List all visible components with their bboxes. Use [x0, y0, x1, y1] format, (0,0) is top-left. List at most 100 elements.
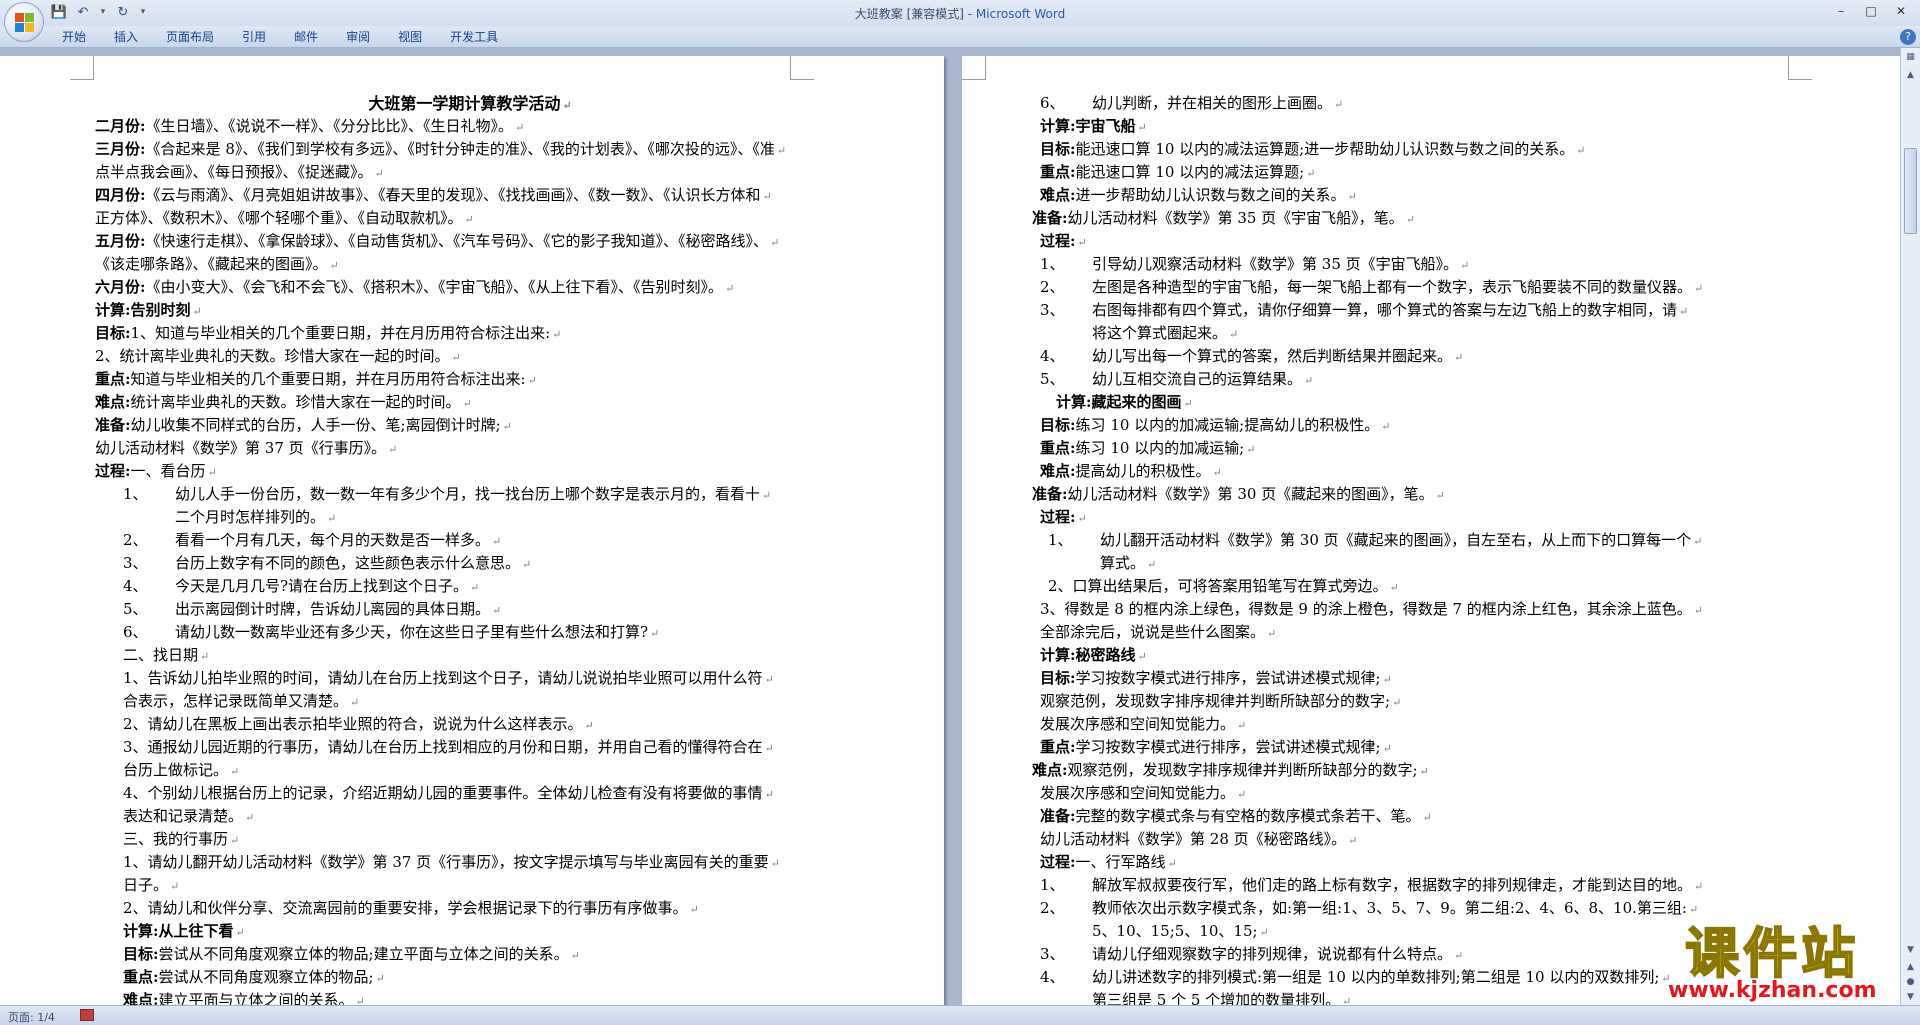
document-line: 幼儿活动材料《数学》第 37 页《行事历》。 ↵ — [95, 437, 845, 460]
ribbon-tab[interactable]: 插入 — [100, 29, 152, 46]
document-page-1[interactable]: 大班第一学期计算教学活动 ↵ 二月份:《生日墙》、《说说不一样》、《分分比比》、《生… — [0, 56, 944, 1005]
ribbon-tab[interactable]: 视图 — [384, 29, 436, 46]
bold-label: 三月份: — [95, 140, 146, 158]
line-text: 建立平面与立体之间的关系。 — [158, 991, 354, 1005]
maximize-icon[interactable]: □ — [1858, 2, 1884, 20]
page-2-text[interactable]: 6、 幼儿判断，并在相关的图形上画圈。 ↵ 计算:宇宙飞船 ↵ 目标:能迅速口算 10 以… — [1032, 92, 1832, 1005]
document-line: 难点:提高幼儿的积极性。 ↵ — [1032, 460, 1832, 483]
line-text: 算式。 — [1100, 554, 1146, 572]
scroll-thumb[interactable] — [1904, 148, 1917, 234]
paragraph-mark-icon: ↵ — [355, 995, 365, 1005]
vertical-scrollbar[interactable]: ▦ ▲ ▼ ▲ ● ▼ — [1900, 48, 1920, 1005]
bold-label: 准备: — [1032, 209, 1068, 227]
document-line: 过程: ↵ — [1032, 230, 1832, 253]
paragraph-mark-icon: ↵ — [1167, 857, 1177, 870]
document-page-2[interactable]: 6、 幼儿判断，并在相关的图形上画圈。 ↵ 计算:宇宙飞船 ↵ 目标:能迅速口算 10 以… — [962, 56, 1900, 1005]
paragraph-mark-icon: ↵ — [375, 972, 385, 985]
line-text: 请幼儿仔细观察数字的排列规律，说说都有什么特点。 — [1092, 945, 1453, 963]
bold-label: 重点: — [1040, 439, 1076, 457]
document-line: 1、 幼儿翻开活动材料《数学》第 30 页《藏起来的图画》，自左至右，从上而下的口… — [1032, 529, 1832, 552]
paragraph-mark-icon: ↵ — [762, 489, 772, 502]
close-icon[interactable]: ✕ — [1888, 2, 1914, 20]
ribbon-tab[interactable]: 引用 — [228, 29, 280, 46]
crop-mark — [70, 56, 94, 80]
bold-label: 计算:告别时刻 — [95, 301, 191, 319]
document-area: 大班第一学期计算教学活动 ↵ 二月份:《生日墙》、《说说不一样》、《分分比比》、《生… — [0, 48, 1900, 1005]
bold-label: 难点: — [95, 393, 131, 411]
ruler-toggle-icon[interactable]: ▦ — [1903, 50, 1918, 65]
line-text: 2、口算出结果后，可将答案用铅笔写在算式旁边。 — [1048, 577, 1388, 595]
bold-label: 目标: — [1040, 416, 1076, 434]
window-controls: – □ ✕ — [1828, 2, 1914, 20]
document-line: 三月份:《合起来是 8》、《我们到学校有多远》、《时针分钟走的准》、《我的计划表… — [95, 138, 845, 161]
line-text: 《合起来是 8》、《我们到学校有多远》、《时针分钟走的准》、《我的计划表》、《哪… — [145, 140, 775, 158]
scroll-up-icon[interactable]: ▲ — [1903, 68, 1918, 83]
ribbon-tab[interactable]: 邮件 — [280, 29, 332, 46]
document-line: 2、请幼儿在黑板上画出表示拍毕业照的符合，说说为什么这样表示。 ↵ — [95, 713, 845, 736]
bold-label: 重点: — [95, 370, 131, 388]
document-line: 1、 幼儿人手一份台历，数一数一年有多少个月，找一找台历上哪个数字是表示月的，看看… — [95, 483, 845, 506]
paragraph-mark-icon: ↵ — [1183, 397, 1193, 410]
office-button[interactable] — [4, 2, 44, 42]
ribbon-tab[interactable]: 开始 — [48, 29, 100, 46]
paragraph-mark-icon: ↵ — [170, 880, 180, 893]
bold-label: 目标: — [1040, 669, 1076, 687]
paragraph-mark-icon: ↵ — [570, 949, 580, 962]
ribbon-tab[interactable]: 开发工具 — [436, 29, 512, 46]
document-line: 4、 幼儿写出每一个算式的答案，然后判断结果并圈起来。 ↵ — [1032, 345, 1832, 368]
page-1-text[interactable]: 大班第一学期计算教学活动 ↵ 二月份:《生日墙》、《说说不一样》、《分分比比》、《生… — [95, 92, 845, 1005]
paragraph-mark-icon: ↵ — [1381, 420, 1391, 433]
paragraph-mark-icon: ↵ — [1688, 903, 1699, 916]
document-line: 2、统计离毕业典礼的天数。珍惜大家在一起的时间。 ↵ — [95, 345, 845, 368]
scroll-down-icon[interactable]: ▼ — [1903, 943, 1918, 958]
bold-label: 目标: — [1040, 140, 1076, 158]
watermark-title: 课件站 — [1684, 922, 1860, 985]
line-text: 《生日墙》、《说说不一样》、《分分比比》、《生日礼物》。 — [145, 117, 514, 135]
help-icon[interactable]: ? — [1900, 29, 1916, 45]
previous-page-icon[interactable]: ▲ — [1903, 960, 1918, 975]
paragraph-mark-icon: ↵ — [1077, 236, 1087, 249]
line-text: 能迅速口算 10 以内的减法运算题; — [1075, 163, 1305, 181]
line-text: 《由小变大》、《会飞和不会飞》、《搭积木》、《宇宙飞船》、《从上往下看》、《告别… — [145, 278, 724, 296]
list-number: 6、 — [1040, 94, 1065, 112]
bold-label: 重点: — [123, 968, 159, 986]
watermark: 课件站 www.kjzhan.com — [1668, 922, 1877, 1002]
minimize-icon[interactable]: – — [1828, 2, 1854, 20]
line-text: 提高幼儿的积极性。 — [1075, 462, 1211, 480]
paragraph-mark-icon: ↵ — [1392, 696, 1402, 709]
document-line: 正方体》、《数积木》、《哪个轻哪个重》、《自动取款机》。 ↵ — [95, 207, 845, 230]
title-bar: 💾 ↶ ▾ ↻ ▾ 大班教案 [兼容模式] - Microsoft Word –… — [0, 0, 1920, 42]
document-line: 重点:学习按数字模式进行排序，尝试讲述模式规律; ↵ — [1032, 736, 1832, 759]
line-text: 表达和记录清楚。 — [123, 807, 244, 825]
line-text: 大班第一学期计算教学活动 — [368, 94, 561, 113]
line-text: 台历上数字有不同的颜色，这些颜色表示什么意思。 — [175, 554, 521, 572]
document-line: 目标:练习 10 以内的加减运输;提高幼儿的积极性。 ↵ — [1032, 414, 1832, 437]
line-text: 学习按数字模式进行排序，尝试讲述模式规律; — [1075, 738, 1381, 756]
paragraph-mark-icon: ↵ — [1576, 144, 1586, 157]
next-page-icon[interactable]: ▼ — [1903, 990, 1918, 1005]
proofing-icon[interactable] — [80, 1009, 94, 1021]
list-number: 1、 — [1040, 876, 1065, 894]
paragraph-mark-icon: ↵ — [1389, 581, 1399, 594]
document-line: 6、 请幼儿数一数离毕业还有多少天，你在这些日子里有些什么想法和打算? ↵ — [95, 621, 845, 644]
bold-label: 准备: — [95, 416, 131, 434]
line-text: 今天是几月几号?请在台历上找到这个日子。 — [175, 577, 469, 595]
bold-label: 难点: — [1040, 462, 1076, 480]
document-line: 计算:从上往下看 ↵ — [95, 920, 845, 943]
paragraph-mark-icon: ↵ — [1342, 995, 1352, 1005]
paragraph-mark-icon: ↵ — [502, 420, 512, 433]
paragraph-mark-icon: ↵ — [245, 811, 255, 824]
bold-label: 计算:从上往下看 — [123, 922, 234, 940]
bold-label: 目标: — [95, 324, 131, 342]
ribbon-tab[interactable]: 审阅 — [332, 29, 384, 46]
paragraph-mark-icon: ↵ — [1304, 374, 1314, 387]
document-line: 3、得数是 8 的框内涂上绿色，得数是 9 的涂上橙色，得数是 7 的框内涂上红… — [1032, 598, 1832, 621]
paragraph-mark-icon: ↵ — [235, 926, 245, 939]
select-browse-object-icon[interactable]: ● — [1903, 975, 1918, 990]
ribbon-tab[interactable]: 页面布局 — [152, 29, 228, 46]
paragraph-mark-icon: ↵ — [725, 282, 735, 295]
page-indicator[interactable]: 页面: 1/4 — [8, 1009, 55, 1025]
paragraph-mark-icon: ↵ — [200, 650, 210, 663]
line-text: 观察范例，发现数字排序规律并判断所缺部分的数字; — [1040, 692, 1391, 710]
paragraph-mark-icon: ↵ — [462, 397, 472, 410]
